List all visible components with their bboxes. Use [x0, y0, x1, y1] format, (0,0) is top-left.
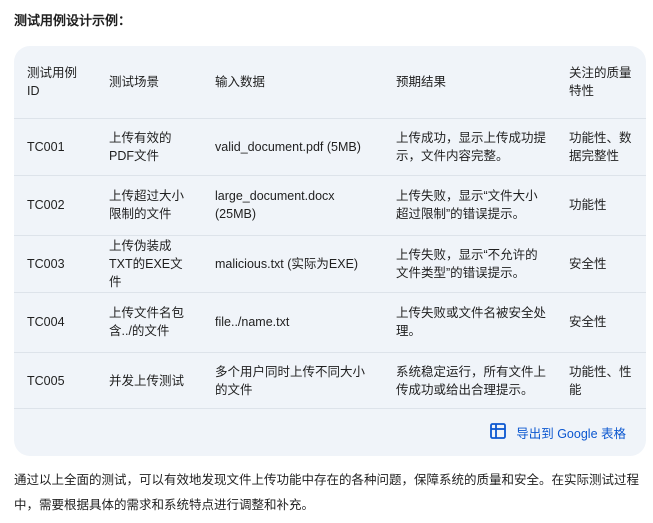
cell-input: valid_document.pdf (5MB)	[215, 139, 361, 154]
table-row: TC001 上传有效的PDF文件 valid_document.pdf (5MB…	[14, 118, 646, 175]
table-row: TC005 并发上传测试 多个用户同时上传不同大小的文件 系统稳定运行，所有文件…	[14, 352, 646, 409]
cell-id: TC004	[27, 315, 65, 329]
summary-paragraph: 通过以上全面的测试，可以有效地发现文件上传功能中存在的各种问题，保障系统的质量和…	[14, 473, 640, 512]
cell-id: TC005	[27, 373, 65, 388]
test-case-table-card: 测试用例ID 测试场景 输入数据 预期结果 关注的质量特性 TC001 上传有效…	[14, 46, 646, 456]
header-test-case-id: 测试用例ID	[27, 65, 78, 98]
cell-expected: 上传成功，显示上传成功提示，文件内容完整。	[396, 130, 547, 163]
table-row: TC002 上传超过大小限制的文件 large_document.docx (2…	[14, 175, 646, 235]
header-scenario: 测试场景	[109, 74, 160, 89]
cell-expected: 上传失败或文件名被安全处理。	[396, 306, 547, 338]
header-quality-attribute: 关注的质量特性	[569, 65, 632, 98]
cell-input: file../name.txt	[215, 315, 290, 329]
cell-scenario: 上传超过大小限制的文件	[109, 189, 185, 221]
cell-scenario: 上传有效的PDF文件	[109, 130, 172, 163]
export-label: 导出到 Google 表格	[516, 427, 626, 441]
export-bar: 导出到 Google 表格	[14, 408, 646, 456]
cell-input: large_document.docx (25MB)	[215, 189, 335, 221]
cell-id: TC002	[27, 198, 65, 212]
cell-quality: 功能性	[569, 198, 607, 212]
cell-scenario: 并发上传测试	[109, 373, 185, 388]
cell-input: 多个用户同时上传不同大小的文件	[215, 364, 366, 397]
header-input-data: 输入数据	[215, 74, 266, 89]
table-header-row: 测试用例ID 测试场景 输入数据 预期结果 关注的质量特性	[14, 46, 646, 118]
test-case-table: 测试用例ID 测试场景 输入数据 预期结果 关注的质量特性 TC001 上传有效…	[14, 46, 646, 409]
table-row: TC004 上传文件名包含../的文件 file../name.txt 上传失败…	[14, 292, 646, 352]
table-row: TC003 上传伪装成TXT的EXE文件 malicious.txt (实际为E…	[14, 235, 646, 292]
cell-id: TC001	[27, 139, 65, 154]
cell-quality: 功能性、数据完整性	[569, 130, 632, 163]
header-expected-result: 预期结果	[396, 74, 447, 89]
cell-expected: 上传失败，显示“文件大小超过限制”的错误提示。	[396, 189, 538, 221]
cell-id: TC003	[27, 256, 65, 271]
cell-quality: 安全性	[569, 315, 607, 329]
cell-expected: 上传失败，显示“不允许的文件类型”的错误提示。	[396, 247, 538, 280]
export-to-sheets-button[interactable]: 导出到 Google 表格	[490, 423, 626, 442]
cell-input: malicious.txt (实际为EXE)	[215, 256, 359, 271]
cell-quality: 安全性	[569, 256, 607, 271]
cell-expected: 系统稳定运行，所有文件上传成功或给出合理提示。	[396, 364, 547, 397]
section-heading: 测试用例设计示例：	[14, 13, 132, 28]
cell-scenario: 上传文件名包含../的文件	[109, 306, 185, 338]
table-grid-icon	[490, 423, 507, 442]
cell-quality: 功能性、性能	[569, 364, 632, 397]
cell-scenario: 上传伪装成TXT的EXE文件	[109, 238, 183, 289]
